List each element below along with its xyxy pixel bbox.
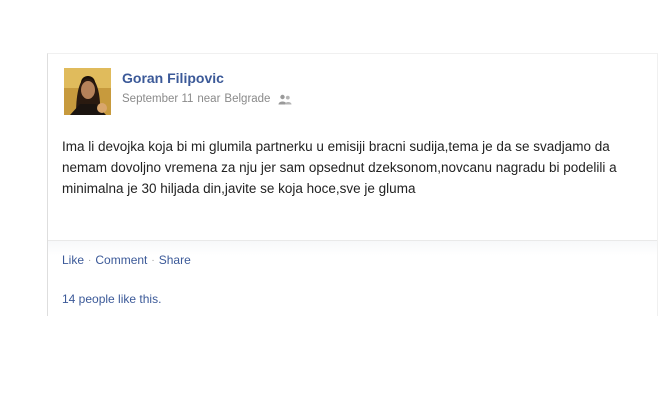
action-separator: · [151,254,155,266]
location-prefix: near [197,93,221,105]
profile-photo [64,68,111,115]
avatar[interactable] [64,68,111,115]
post-timestamp[interactable]: September 11 [122,93,193,105]
likes-count-link[interactable]: 14 people like this. [62,292,161,306]
post-actions-bar: Like · Comment · Share [48,240,657,277]
post-message: Ima li devojka koja bi mi glumila partne… [62,139,617,196]
friends-icon[interactable] [278,94,292,105]
like-button[interactable]: Like [62,253,84,267]
comment-button[interactable]: Comment [95,253,147,267]
post-meta: September 11 near Belgrade [122,93,292,105]
post-location[interactable]: Belgrade [224,93,270,105]
author-name[interactable]: Goran Filipovic [122,70,224,86]
facebook-post: Goran Filipovic September 11 near Belgra… [47,53,658,316]
share-button[interactable]: Share [159,253,191,267]
action-separator: · [88,254,92,266]
